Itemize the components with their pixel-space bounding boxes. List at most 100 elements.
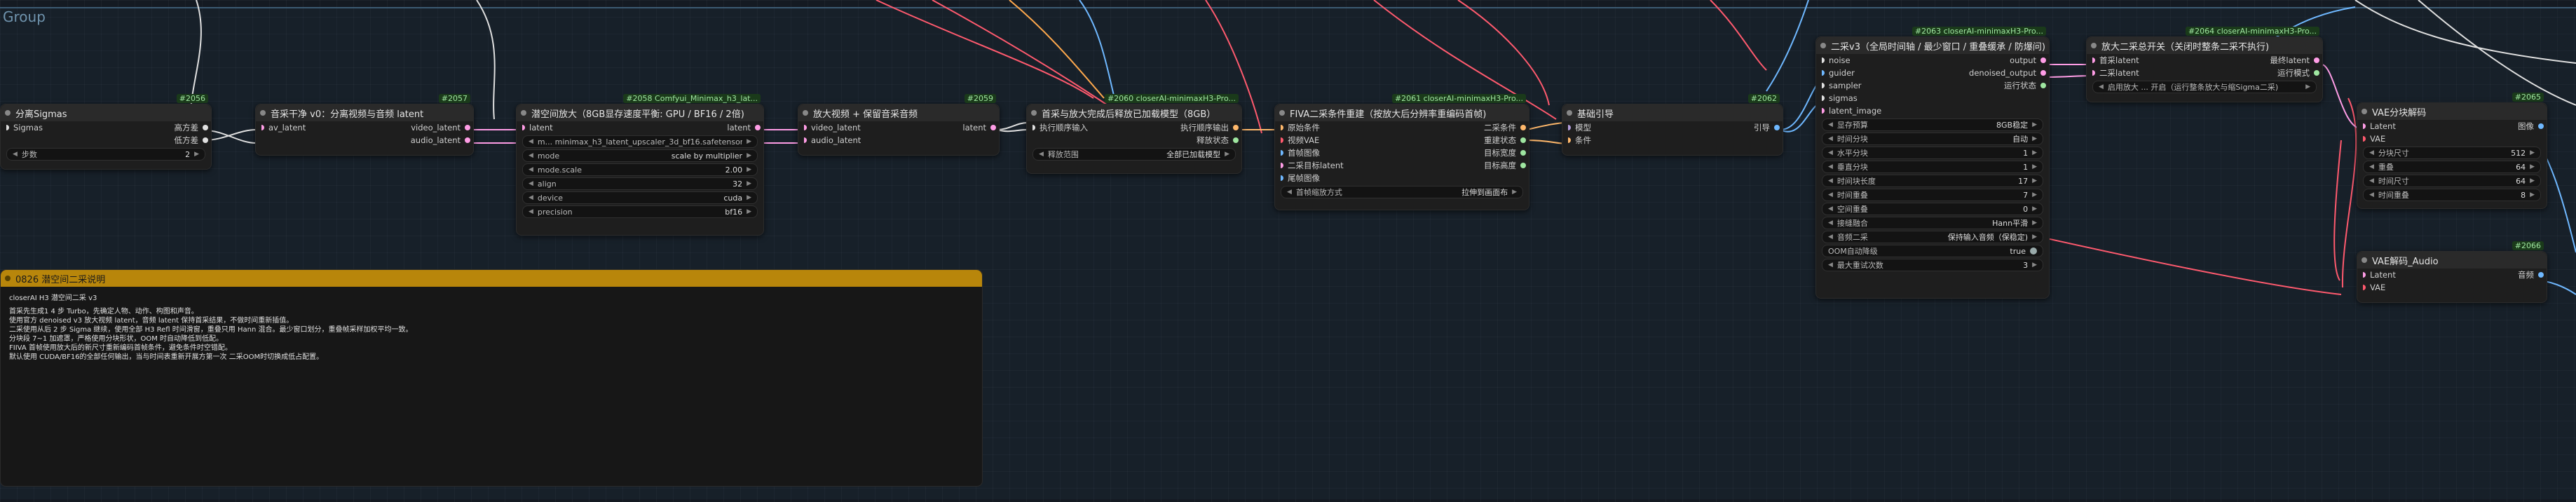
next-arrow-icon[interactable]: ▶ bbox=[2032, 233, 2037, 240]
input-socket[interactable] bbox=[1568, 125, 1571, 130]
input-socket[interactable] bbox=[2363, 285, 2366, 290]
input-socket[interactable] bbox=[1822, 57, 1825, 63]
input-socket[interactable] bbox=[6, 125, 9, 130]
time-block-length-widget[interactable]: ◀ 时间块长度 17 ▶ bbox=[1822, 175, 2043, 187]
collapse-dot-icon[interactable] bbox=[1279, 110, 1285, 116]
collapse-dot-icon[interactable] bbox=[5, 110, 11, 116]
node-title-bar[interactable]: 基础引导 bbox=[1562, 104, 1783, 121]
output-socket[interactable] bbox=[1520, 150, 1526, 156]
node-split-sigmas[interactable]: #2056 分离Sigmas Sigmas 高方差 低方差 ◀ 步数 2 ▶ bbox=[0, 94, 212, 170]
prev-arrow-icon[interactable]: ◀ bbox=[529, 208, 533, 215]
output-socket[interactable] bbox=[2314, 57, 2319, 63]
node-title-bar[interactable]: FIVA二采条件重建（按放大后分辨率重编码首帧) bbox=[1275, 104, 1529, 121]
note-text[interactable]: closerAI H3 潜空间二采 v3 首采先生成1 4 步 Turbo，先确… bbox=[1, 287, 982, 369]
input-socket[interactable] bbox=[2363, 136, 2366, 142]
note-title-bar[interactable]: 0826 潜空间二采说明 bbox=[1, 270, 982, 287]
next-arrow-icon[interactable]: ▶ bbox=[747, 208, 751, 215]
spatial-overlap-widget[interactable]: ◀ 空间重叠 0 ▶ bbox=[1822, 203, 2043, 215]
enable-upscale-combo-widget[interactable]: ◀ 启用放大 ... 开启（运行整条放大与缩Sigma二采) ▶ bbox=[2092, 81, 2317, 93]
next-arrow-icon[interactable]: ▶ bbox=[1225, 151, 1229, 158]
seam-blend-widget[interactable]: ◀ 接缝融合 Hann平滑 ▶ bbox=[1822, 217, 2043, 229]
align-number-widget[interactable]: ◀ align 32 ▶ bbox=[522, 177, 758, 190]
prev-arrow-icon[interactable]: ◀ bbox=[1828, 135, 1833, 142]
prev-arrow-icon[interactable]: ◀ bbox=[2099, 83, 2104, 90]
decrement-arrow-icon[interactable]: ◀ bbox=[1828, 163, 1833, 170]
input-socket[interactable] bbox=[261, 125, 264, 130]
input-socket[interactable] bbox=[522, 125, 525, 130]
increment-arrow-icon[interactable]: ▶ bbox=[2530, 191, 2535, 198]
collapse-dot-icon[interactable] bbox=[1567, 110, 1572, 116]
node-title-bar[interactable]: 二采v3（全局时间轴 / 最少窗口 / 重叠缓承 / 防爆问) bbox=[1816, 37, 2049, 54]
decrement-arrow-icon[interactable]: ◀ bbox=[2369, 149, 2374, 156]
input-socket[interactable] bbox=[804, 137, 807, 143]
input-socket[interactable] bbox=[1822, 95, 1825, 101]
decrement-arrow-icon[interactable]: ◀ bbox=[2369, 163, 2374, 170]
decrement-arrow-icon[interactable]: ◀ bbox=[13, 151, 18, 158]
node-title-bar[interactable]: 放大视频 + 保留音采音频 bbox=[798, 104, 999, 121]
decrement-arrow-icon[interactable]: ◀ bbox=[529, 166, 533, 173]
next-arrow-icon[interactable]: ▶ bbox=[2032, 121, 2037, 128]
output-socket[interactable] bbox=[203, 125, 208, 130]
output-socket[interactable] bbox=[2040, 83, 2046, 88]
increment-arrow-icon[interactable]: ▶ bbox=[2530, 149, 2535, 156]
increment-arrow-icon[interactable]: ▶ bbox=[747, 180, 751, 187]
next-arrow-icon[interactable]: ▶ bbox=[747, 152, 751, 159]
node-title-bar[interactable]: VAE解码_Audio bbox=[2357, 252, 2547, 269]
decrement-arrow-icon[interactable]: ◀ bbox=[1828, 191, 1833, 198]
increment-arrow-icon[interactable]: ▶ bbox=[2032, 149, 2037, 156]
collapse-dot-icon[interactable] bbox=[803, 110, 808, 116]
decrement-arrow-icon[interactable]: ◀ bbox=[1828, 205, 1833, 212]
prev-arrow-icon[interactable]: ◀ bbox=[1039, 151, 1044, 158]
output-socket[interactable] bbox=[990, 125, 996, 130]
output-socket[interactable] bbox=[2538, 123, 2544, 129]
input-socket[interactable] bbox=[1281, 175, 1283, 181]
output-socket[interactable] bbox=[1774, 125, 1780, 130]
output-socket[interactable] bbox=[2040, 57, 2046, 63]
node-basic-guider[interactable]: #2062 基础引导 模型 引导 条件 bbox=[1562, 94, 1783, 156]
increment-arrow-icon[interactable]: ▶ bbox=[2530, 177, 2535, 184]
node-latent-upscale[interactable]: #2058 Comfyui_Minimax_h3_lat... 潜空间放大（8G… bbox=[516, 94, 764, 236]
node-vae-decode-audio[interactable]: #2066 VAE解码_Audio Latent 音频 VAE bbox=[2357, 241, 2547, 303]
tile-size-widget[interactable]: ◀ 分块尺寸 512 ▶ bbox=[2363, 147, 2541, 159]
input-socket[interactable] bbox=[1281, 163, 1283, 168]
toggle-knob-icon[interactable] bbox=[2030, 247, 2037, 255]
input-socket[interactable] bbox=[1281, 150, 1283, 156]
node-title-bar[interactable]: 首采与放大完成后释放已加载模型（8GB） bbox=[1027, 104, 1241, 121]
input-socket[interactable] bbox=[804, 125, 807, 130]
increment-arrow-icon[interactable]: ▶ bbox=[194, 151, 199, 158]
node-graph-canvas[interactable]: Group #2056 分离Sigmas Sigmas 高方差 低方差 ◀ 步数… bbox=[0, 0, 2576, 502]
node-second-sampler-v3[interactable]: #2063 closerAI-minimaxH3-Pro... 二采v3（全局时… bbox=[1815, 27, 2050, 299]
output-socket[interactable] bbox=[465, 137, 470, 143]
decrement-arrow-icon[interactable]: ◀ bbox=[2369, 177, 2374, 184]
oom-fallback-toggle[interactable]: OOM自动降级 true bbox=[1822, 245, 2043, 257]
collapse-dot-icon[interactable] bbox=[2362, 109, 2367, 114]
decrement-arrow-icon[interactable]: ◀ bbox=[1828, 149, 1833, 156]
output-socket[interactable] bbox=[2314, 70, 2319, 76]
next-arrow-icon[interactable]: ▶ bbox=[747, 194, 751, 201]
output-socket[interactable] bbox=[2040, 70, 2046, 76]
output-socket[interactable] bbox=[1520, 163, 1526, 168]
output-socket[interactable] bbox=[203, 137, 208, 143]
node-title-bar[interactable]: 分离Sigmas bbox=[1, 104, 211, 121]
note-node[interactable]: 0826 潜空间二采说明 closerAI H3 潜空间二采 v3 首采先生成1… bbox=[0, 269, 983, 487]
increment-arrow-icon[interactable]: ▶ bbox=[747, 166, 751, 173]
decrement-arrow-icon[interactable]: ◀ bbox=[1828, 262, 1833, 269]
output-socket[interactable] bbox=[1520, 125, 1526, 130]
next-arrow-icon[interactable]: ▶ bbox=[2305, 83, 2310, 90]
input-socket[interactable] bbox=[1822, 70, 1825, 76]
output-socket[interactable] bbox=[1520, 137, 1526, 143]
vram-budget-widget[interactable]: ◀ 显存预算 8GB稳定 ▶ bbox=[1822, 118, 2043, 131]
collapse-dot-icon[interactable] bbox=[521, 110, 526, 116]
increment-arrow-icon[interactable]: ▶ bbox=[2530, 163, 2535, 170]
next-arrow-icon[interactable]: ▶ bbox=[2032, 135, 2037, 142]
temporal-overlap-widget[interactable]: ◀ 时间重叠 8 ▶ bbox=[2363, 189, 2541, 201]
audio-second-pass-widget[interactable]: ◀ 音频二采 保持输入音频（保稳定) ▶ bbox=[1822, 231, 2043, 243]
input-socket[interactable] bbox=[2092, 57, 2095, 63]
input-socket[interactable] bbox=[1281, 137, 1283, 143]
prev-arrow-icon[interactable]: ◀ bbox=[1828, 233, 1833, 240]
prev-arrow-icon[interactable]: ◀ bbox=[1828, 219, 1833, 226]
output-socket[interactable] bbox=[755, 125, 761, 130]
model-combo-widget[interactable]: ◀ m... minimax_h3_latent_upscaler_3d_bf16… bbox=[522, 135, 758, 148]
decrement-arrow-icon[interactable]: ◀ bbox=[2369, 191, 2374, 198]
node-title-bar[interactable]: 音采干净 v0：分离视频与音频 latent bbox=[256, 104, 473, 121]
